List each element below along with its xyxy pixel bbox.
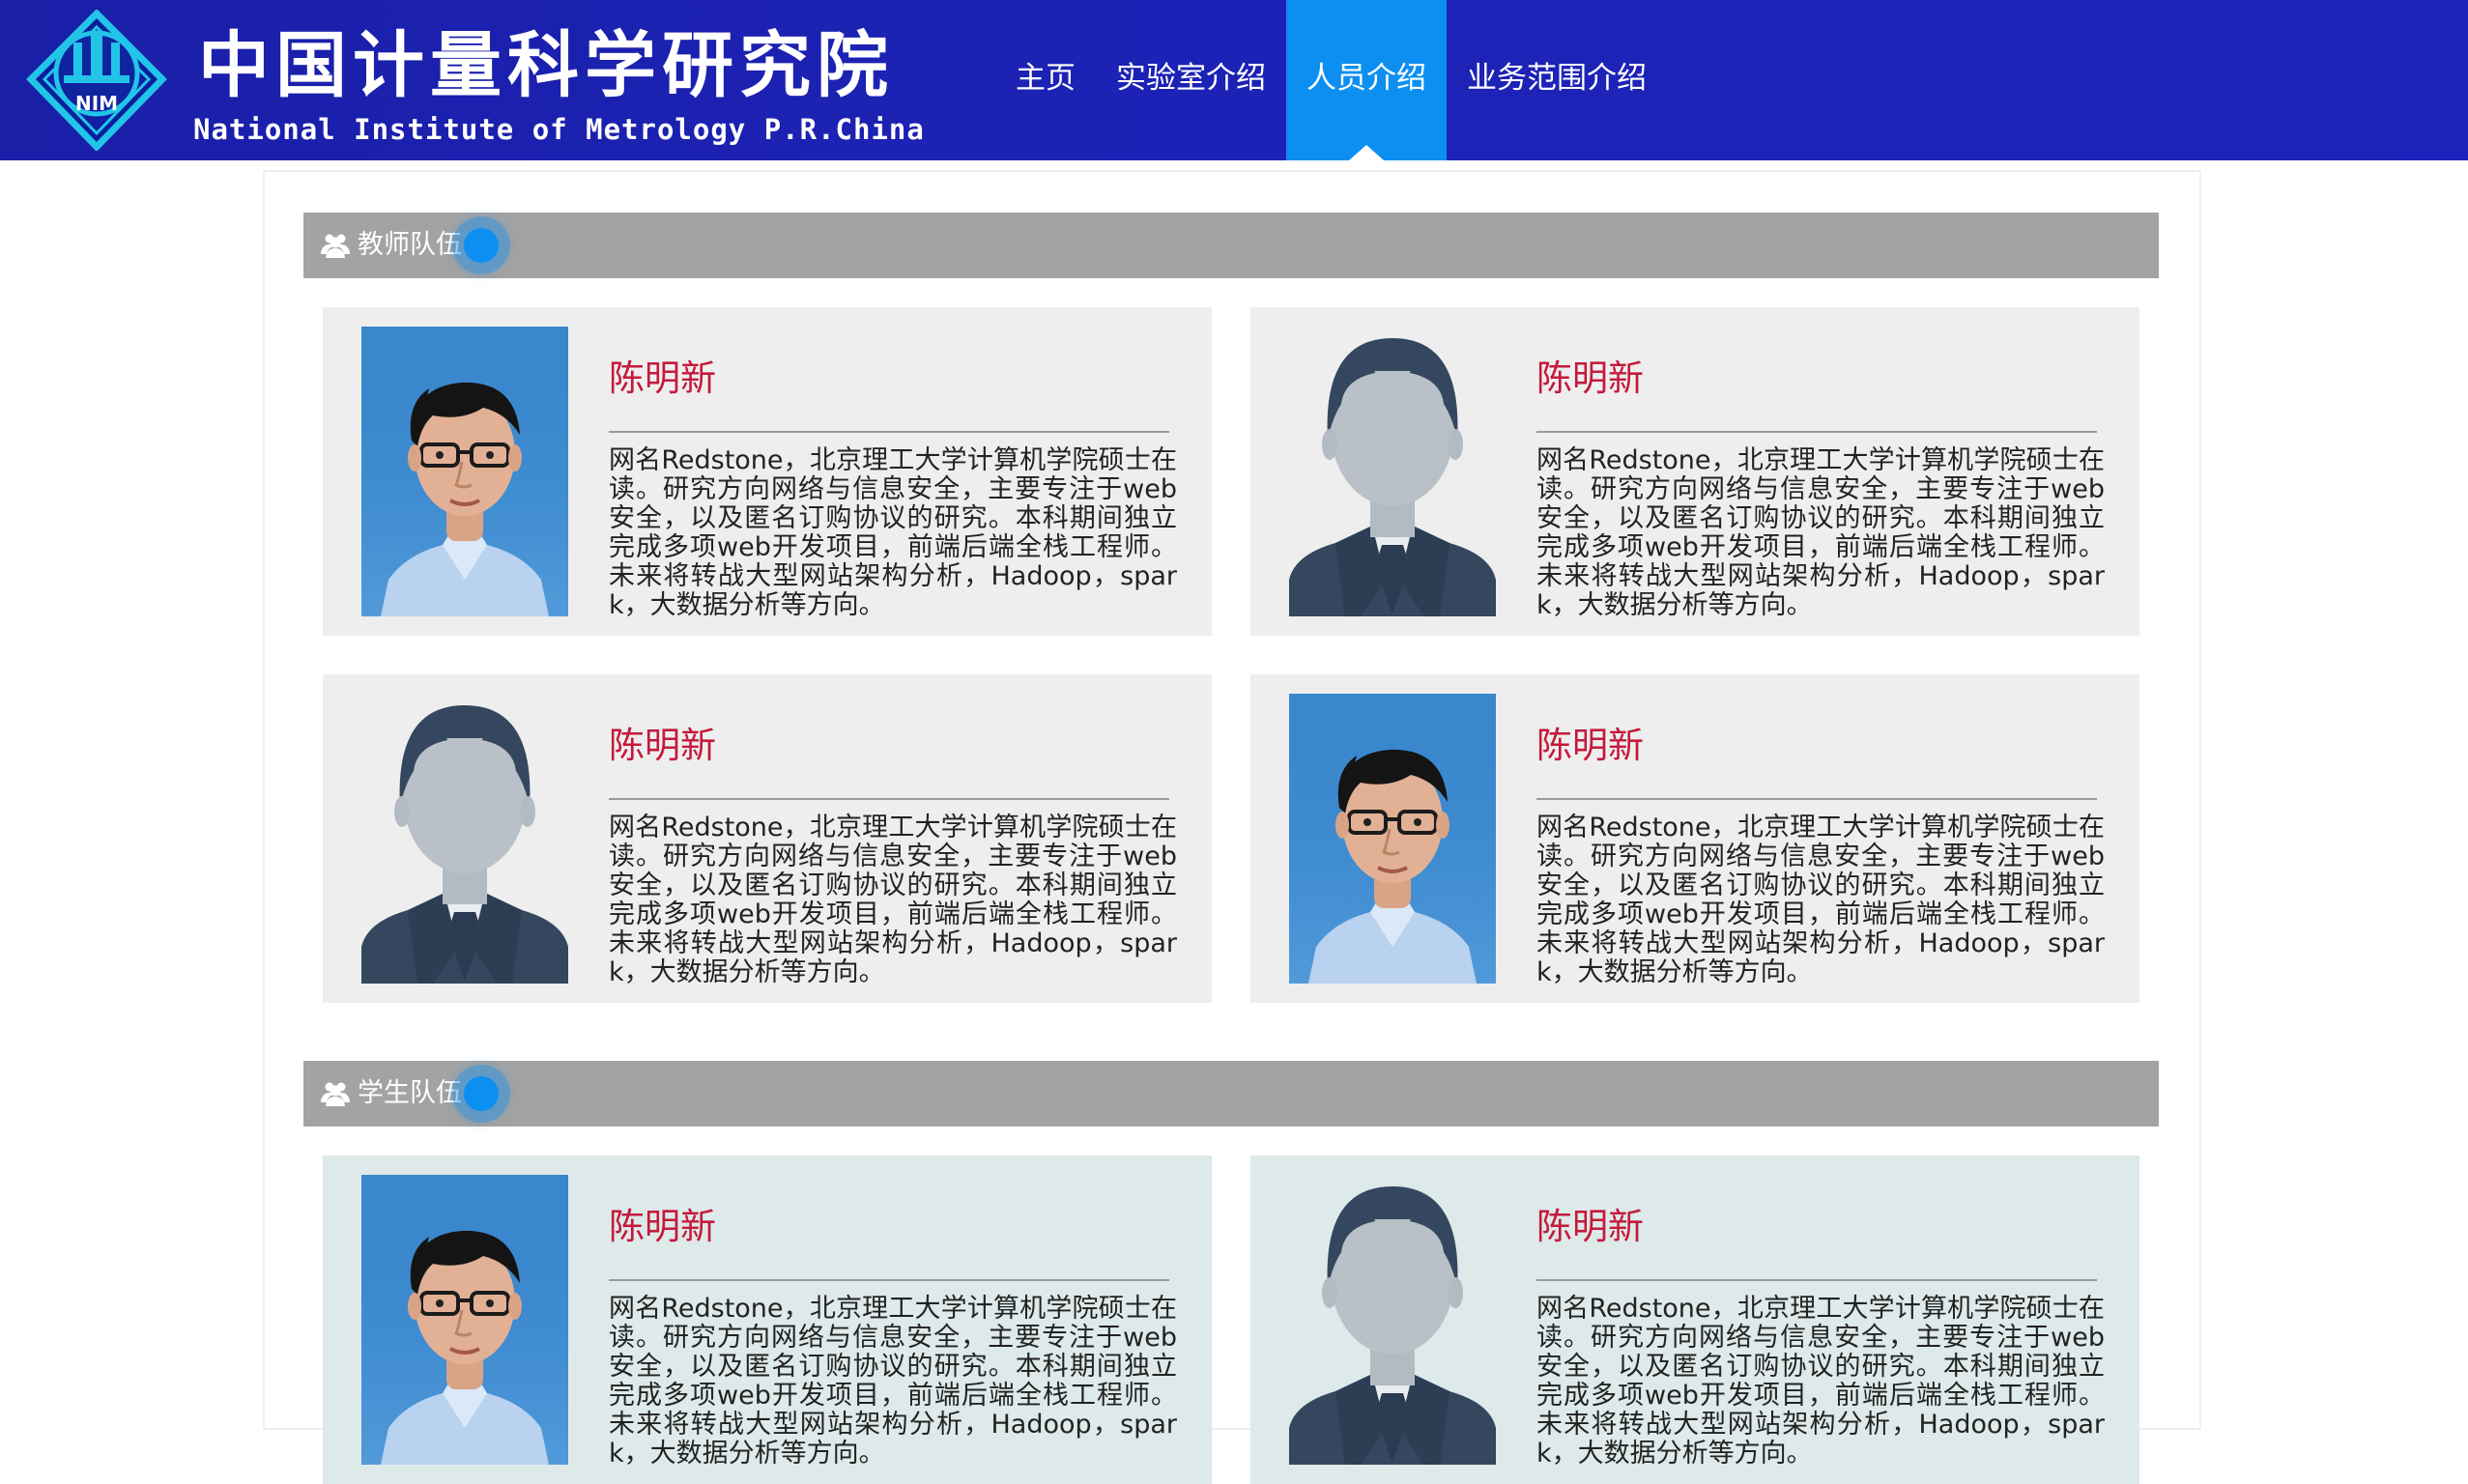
content-panel: 教师队伍 陈明新 网名Redstone，北京理工大学计算机学院硕士在读。研究方向…: [263, 170, 2201, 1484]
nav-item-business-scope[interactable]: 业务范围介绍: [1447, 0, 1667, 160]
portrait-photo: [1289, 694, 1496, 984]
staff-name: 陈明新: [609, 357, 716, 399]
avatar-placeholder: [1289, 327, 1496, 616]
staff-card[interactable]: 陈明新 网名Redstone，北京理工大学计算机学院硕士在读。研究方向网络与信息…: [1250, 307, 2139, 636]
divider: [1536, 1279, 2097, 1281]
users-icon: [321, 1081, 350, 1106]
staff-card[interactable]: 陈明新 网名Redstone，北京理工大学计算机学院硕士在读。研究方向网络与信息…: [1250, 1156, 2139, 1484]
staff-description: 网名Redstone，北京理工大学计算机学院硕士在读。研究方向网络与信息安全，主…: [609, 445, 1177, 620]
portrait-photo: [361, 327, 568, 616]
nav-item-lab-intro[interactable]: 实验室介绍: [1096, 0, 1286, 160]
staff-card[interactable]: 陈明新 网名Redstone，北京理工大学计算机学院硕士在读。研究方向网络与信息…: [1250, 674, 2139, 1003]
svg-text:NIM: NIM: [75, 92, 118, 115]
site-title-cn: 中国计量科学研究院: [198, 24, 894, 107]
staff-description: 网名Redstone，北京理工大学计算机学院硕士在读。研究方向网络与信息安全，主…: [609, 813, 1177, 987]
staff-card[interactable]: 陈明新 网名Redstone，北京理工大学计算机学院硕士在读。研究方向网络与信息…: [323, 307, 1212, 636]
staff-name: 陈明新: [1536, 1206, 1644, 1247]
users-icon: [321, 233, 350, 258]
nav-item-home[interactable]: 主页: [995, 0, 1096, 160]
staff-description: 网名Redstone，北京理工大学计算机学院硕士在读。研究方向网络与信息安全，主…: [1536, 813, 2105, 987]
staff-name: 陈明新: [609, 725, 716, 766]
divider: [1536, 798, 2097, 800]
nim-logo-icon[interactable]: NIM: [25, 10, 168, 151]
nav-item-staff-intro[interactable]: 人员介绍: [1286, 0, 1447, 160]
staff-name: 陈明新: [1536, 357, 1644, 399]
pulse-indicator: [464, 1076, 499, 1111]
divider: [609, 798, 1169, 800]
divider: [609, 431, 1169, 433]
site-title-en: National Institute of Metrology P.R.Chin…: [193, 113, 925, 146]
staff-description: 网名Redstone，北京理工大学计算机学院硕士在读。研究方向网络与信息安全，主…: [1536, 1294, 2105, 1469]
section-title: 学生队伍: [358, 1078, 462, 1108]
site-header: NIM 中国计量科学研究院 National Institute of Metr…: [0, 0, 2468, 160]
staff-card[interactable]: 陈明新 网名Redstone，北京理工大学计算机学院硕士在读。研究方向网络与信息…: [323, 1156, 1212, 1484]
staff-name: 陈明新: [609, 1206, 716, 1247]
section-title: 教师队伍: [358, 230, 462, 260]
staff-description: 网名Redstone，北京理工大学计算机学院硕士在读。研究方向网络与信息安全，主…: [1536, 445, 2105, 620]
avatar-placeholder: [361, 694, 568, 984]
main-nav: 主页 实验室介绍 人员介绍 业务范围介绍: [995, 0, 1667, 160]
divider: [1536, 431, 2097, 433]
staff-card[interactable]: 陈明新 网名Redstone，北京理工大学计算机学院硕士在读。研究方向网络与信息…: [323, 674, 1212, 1003]
staff-name: 陈明新: [1536, 725, 1644, 766]
section-header-teachers: 教师队伍: [303, 213, 2159, 278]
divider: [609, 1279, 1169, 1281]
section-header-students: 学生队伍: [303, 1061, 2159, 1127]
avatar-placeholder: [1289, 1175, 1496, 1465]
pulse-indicator: [464, 228, 499, 263]
staff-description: 网名Redstone，北京理工大学计算机学院硕士在读。研究方向网络与信息安全，主…: [609, 1294, 1177, 1469]
portrait-photo: [361, 1175, 568, 1465]
